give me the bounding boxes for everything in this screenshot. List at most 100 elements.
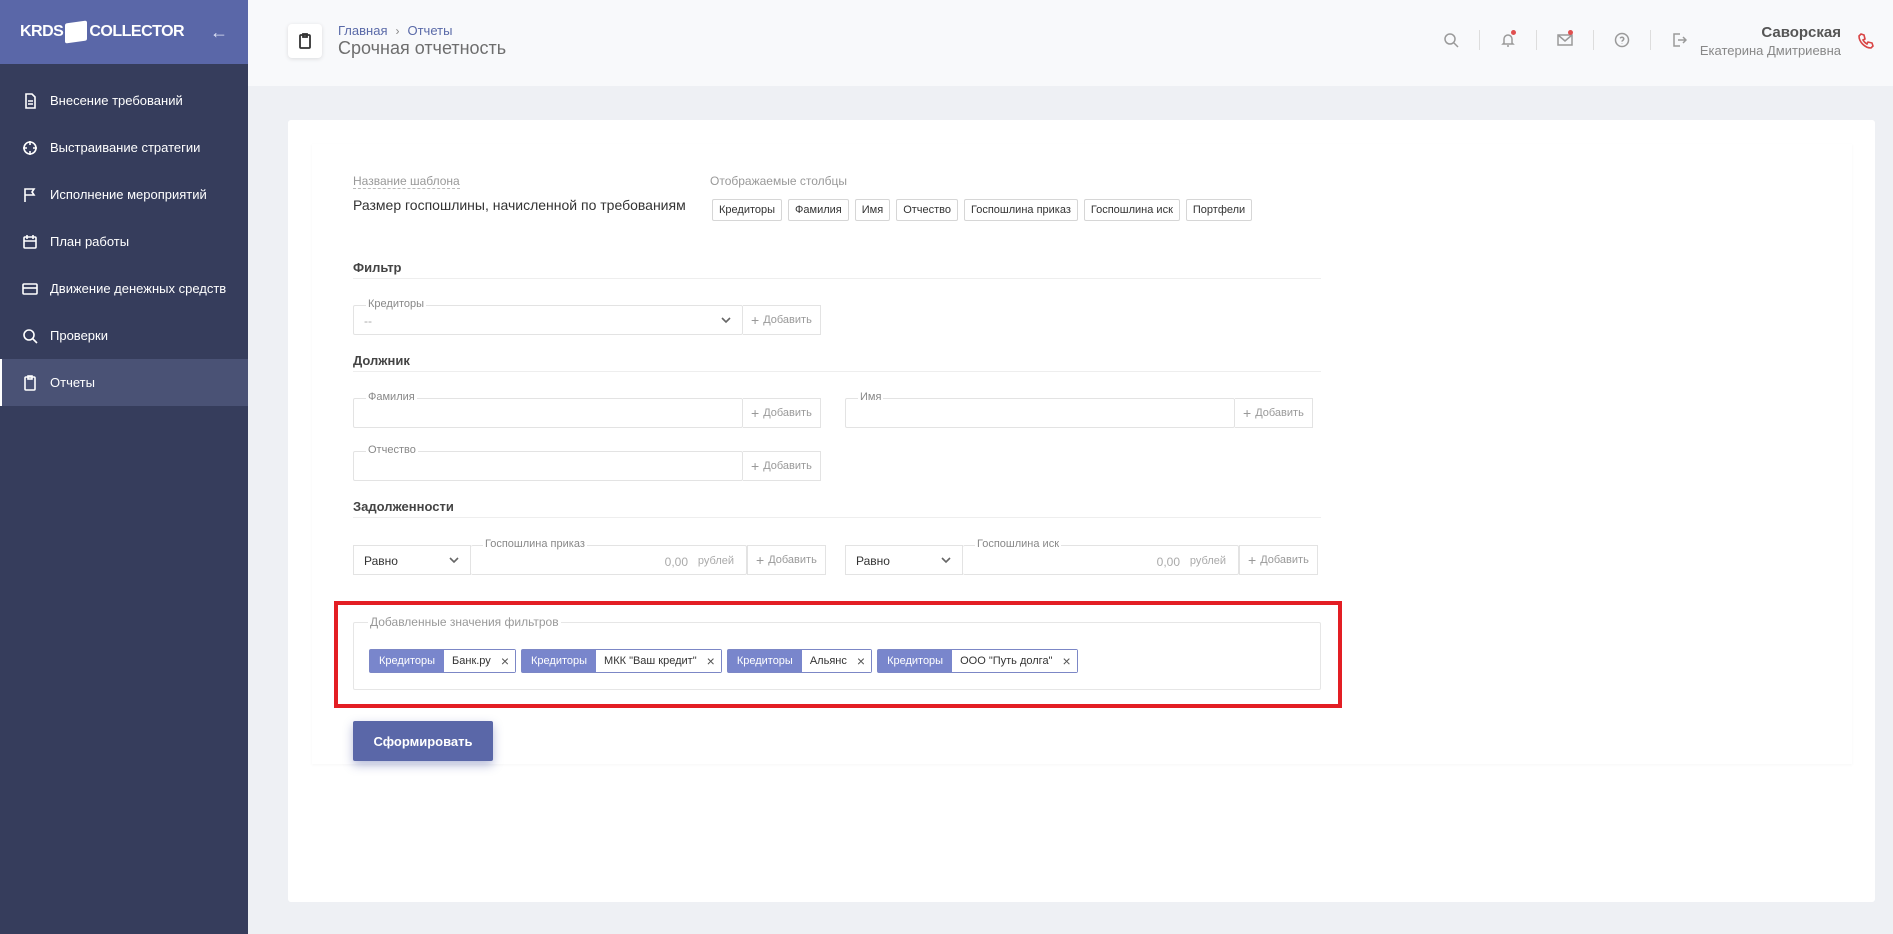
first-name-label: Имя: [858, 391, 884, 403]
debts-section-title: Задолженности: [353, 499, 454, 514]
collapse-sidebar-icon[interactable]: ←: [210, 22, 228, 43]
notification-dot: [1511, 30, 1516, 35]
mail-dot: [1568, 30, 1573, 35]
add-suit-fee-button[interactable]: + Добавить: [1239, 545, 1318, 575]
debtor-section-title: Должник: [353, 353, 410, 368]
chevron-down-icon: [720, 313, 732, 331]
creditors-value: --: [364, 314, 372, 328]
sidebar-item-strategy[interactable]: Выстраивание стратегии: [0, 124, 248, 171]
amount-value: 0,00: [1156, 555, 1180, 569]
patronymic-input[interactable]: Отчество: [353, 444, 743, 481]
mail-icon[interactable]: [1537, 30, 1593, 48]
search-icon[interactable]: [1423, 32, 1479, 48]
column-chip: Фамилия: [788, 199, 849, 221]
notification-bell-icon[interactable]: [1480, 30, 1536, 48]
column-chip: Портфели: [1185, 199, 1253, 221]
add-patronymic-button[interactable]: + Добавить: [743, 451, 821, 481]
divider: [353, 517, 1321, 518]
operator-value: Равно: [364, 554, 398, 568]
breadcrumb-reports-link[interactable]: Отчеты: [407, 23, 452, 38]
search-icon: [22, 328, 38, 344]
column-chip: Госпошлина приказ: [964, 199, 1078, 221]
add-button-label: Добавить: [1260, 554, 1309, 566]
order-fee-label: Госпошлина приказ: [483, 538, 587, 550]
suit-fee-amount-input[interactable]: Госпошлина иск 0,00 рублей: [963, 538, 1239, 575]
columns-chip-list: Кредиторы Фамилия Имя Отчество Госпошлин…: [712, 199, 1253, 221]
add-last-name-button[interactable]: + Добавить: [743, 398, 821, 428]
add-button-label: Добавить: [763, 407, 812, 419]
filter-section-title: Фильтр: [353, 260, 402, 275]
sidebar: KRDS COLLECTOR ← Внесение требований Выс…: [0, 0, 248, 934]
highlight-box: [334, 601, 1342, 708]
sidebar-item-checks[interactable]: Проверки: [0, 312, 248, 359]
operator-value: Равно: [856, 554, 890, 568]
logo-cube-icon: [65, 20, 88, 44]
breadcrumb-home-link[interactable]: Главная: [338, 23, 387, 38]
column-chip: Отчество: [896, 199, 959, 221]
column-chip: Кредиторы: [712, 199, 783, 221]
last-name-input[interactable]: Фамилия: [353, 391, 743, 428]
plus-icon: +: [751, 312, 760, 328]
column-chip: Имя: [854, 199, 891, 221]
sidebar-item-label: Внесение требований: [50, 93, 183, 108]
plus-icon: +: [1248, 552, 1257, 568]
patronymic-label: Отчество: [366, 444, 418, 456]
sidebar-item-execution[interactable]: Исполнение мероприятий: [0, 171, 248, 218]
plus-icon: +: [1243, 405, 1252, 421]
plus-icon: +: [756, 552, 765, 568]
add-order-fee-button[interactable]: + Добавить: [747, 545, 826, 575]
app-logo[interactable]: KRDS COLLECTOR: [20, 20, 185, 44]
last-name-label: Фамилия: [366, 391, 417, 403]
add-first-name-button[interactable]: + Добавить: [1235, 398, 1313, 428]
column-chip: Госпошлина иск: [1083, 199, 1180, 221]
amount-value: 0,00: [664, 555, 688, 569]
plus-icon: +: [751, 458, 760, 474]
logo-text-left: KRDS: [20, 23, 64, 40]
sidebar-item-label: Выстраивание стратегии: [50, 140, 201, 155]
add-button-label: Добавить: [1255, 407, 1304, 419]
logout-icon[interactable]: [1651, 32, 1707, 48]
creditors-label: Кредиторы: [366, 298, 427, 310]
currency-unit: рублей: [1189, 555, 1226, 567]
sidebar-item-label: Движение денежных средств: [50, 281, 227, 296]
sidebar-item-requirements[interactable]: Внесение требований: [0, 77, 248, 124]
order-fee-operator-select[interactable]: Равно: [353, 545, 471, 575]
document-icon: [22, 92, 38, 109]
phone-icon[interactable]: [1857, 32, 1875, 55]
sidebar-item-label: План работы: [50, 234, 130, 249]
chevron-down-icon: [448, 554, 460, 569]
currency-unit: рублей: [697, 555, 734, 567]
first-name-input[interactable]: Имя: [845, 391, 1235, 428]
suit-fee-operator-select[interactable]: Равно: [845, 545, 963, 575]
user-last-name: Саворская: [1761, 24, 1841, 41]
logo-text-right: COLLECTOR: [89, 23, 185, 40]
sidebar-item-label: Проверки: [50, 328, 108, 343]
breadcrumb: Главная › Отчеты: [338, 23, 452, 38]
order-fee-amount-input[interactable]: Госпошлина приказ 0,00 рублей: [471, 538, 747, 575]
chevron-right-icon: ›: [395, 23, 400, 38]
creditors-select[interactable]: Кредиторы --: [353, 298, 743, 335]
chevron-down-icon: [940, 554, 952, 569]
clipboard-icon: [22, 374, 38, 391]
add-creditor-button[interactable]: + Добавить: [743, 305, 821, 335]
report-card: [288, 120, 1875, 902]
header-toolbar: [1423, 30, 1707, 50]
suit-fee-label: Госпошлина иск: [975, 538, 1062, 550]
sidebar-item-reports[interactable]: Отчеты: [0, 359, 248, 406]
add-button-label: Добавить: [768, 554, 817, 566]
template-name-value: Размер госпошлины, начисленной по требов…: [353, 197, 686, 213]
columns-label: Отображаемые столбцы: [710, 174, 847, 188]
generate-report-button[interactable]: Сформировать: [353, 721, 493, 761]
crosshair-icon: [22, 140, 38, 156]
sidebar-header: KRDS COLLECTOR ←: [0, 0, 248, 64]
user-info[interactable]: Саворская Екатерина Дмитриевна: [1700, 24, 1841, 58]
clipboard-icon: [288, 24, 322, 58]
sidebar-item-cash-flow[interactable]: Движение денежных средств: [0, 265, 248, 312]
calendar-icon: [22, 234, 38, 250]
top-header: Главная › Отчеты Срочная отчетность Саво…: [248, 0, 1893, 86]
add-button-label: Добавить: [763, 314, 812, 326]
template-name-label: Название шаблона: [353, 174, 460, 189]
sidebar-item-work-plan[interactable]: План работы: [0, 218, 248, 265]
credit-card-icon: [22, 281, 38, 297]
help-icon[interactable]: [1594, 32, 1650, 48]
